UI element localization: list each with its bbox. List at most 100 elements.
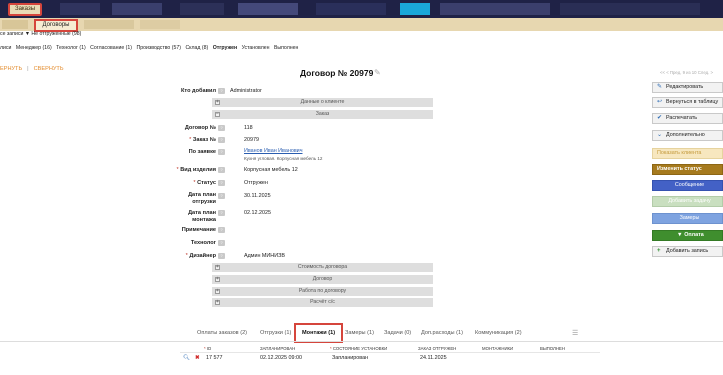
- product-type-value: Корпусная мебель 12: [244, 167, 298, 173]
- nav-blurred-item[interactable]: [400, 3, 430, 15]
- payment-dropdown-button[interactable]: ▾ Оплата: [652, 230, 723, 241]
- add-task-button[interactable]: Добавить задачу: [652, 196, 723, 207]
- tab-communication[interactable]: Коммуникация (2): [475, 330, 522, 336]
- nav-blurred-item[interactable]: [316, 3, 386, 15]
- edit-pencil-icon[interactable]: ✎: [374, 68, 381, 77]
- contract-no-value: 118: [244, 125, 253, 131]
- help-icon[interactable]: ?: [218, 88, 225, 94]
- status-filter-item[interactable]: Технолог (1): [56, 45, 86, 51]
- nav-blurred-item[interactable]: [560, 3, 700, 15]
- status-filter-item[interactable]: Установлен: [242, 45, 270, 51]
- added-by-value: Administrator: [230, 88, 262, 94]
- collapse-all-link[interactable]: СВЕРНУТЬ: [34, 66, 64, 72]
- section-contract[interactable]: + Договор: [212, 275, 433, 284]
- status-filter-item[interactable]: Производство (57): [136, 45, 181, 51]
- expand-collapse-links: ЕРНУТЬ | СВЕРНУТЬ: [0, 66, 64, 72]
- record-pager[interactable]: << < Пред. 9 из 10 След. >: [660, 70, 713, 75]
- tab-shipments[interactable]: Отгрузки (1): [260, 330, 291, 336]
- record-filter[interactable]: се записи ▼ Не отгруженные (98): [0, 31, 81, 37]
- help-icon[interactable]: ?: [218, 137, 225, 143]
- status-filter-item-current[interactable]: Отгружен: [213, 45, 237, 51]
- expand-all-link[interactable]: ЕРНУТЬ: [0, 66, 22, 72]
- note-label: Примечание: [181, 227, 216, 233]
- delete-row-icon[interactable]: ✖: [195, 355, 200, 361]
- by-order-subtitle: Кухня угловая. Корпусная мебель 12: [244, 156, 323, 161]
- column-header-installers[interactable]: МОНТАЖНИКИ: [482, 346, 513, 351]
- help-icon[interactable]: ?: [218, 125, 225, 131]
- help-icon[interactable]: ?: [218, 149, 225, 155]
- active-tab-highlight: [294, 323, 343, 343]
- help-icon[interactable]: ?: [218, 210, 225, 216]
- add-record-button[interactable]: + Добавить запись: [652, 246, 723, 257]
- section-client-data[interactable]: + Данные о клиенте: [212, 98, 433, 107]
- pencil-icon: ✎: [657, 84, 663, 90]
- table-cell-state: Запланирован: [332, 355, 369, 361]
- collapse-minus-icon[interactable]: −: [215, 112, 220, 117]
- status-value: Отгружен: [244, 180, 268, 186]
- planned-install-date-value: 02.12.2025: [244, 210, 271, 216]
- divider: [0, 341, 723, 342]
- help-icon[interactable]: ?: [218, 240, 225, 246]
- nav-blurred-item[interactable]: [180, 3, 224, 15]
- edit-button[interactable]: ✎ Редактировать: [652, 82, 723, 93]
- subnav-blurred-item[interactable]: [2, 20, 28, 29]
- nav-blurred-item[interactable]: [238, 3, 298, 15]
- more-dropdown-button[interactable]: ⌄ Дополнительно: [652, 130, 723, 141]
- column-header-state[interactable]: * СОСТОЯНИЕ УСТАНОВКИ: [330, 346, 387, 351]
- view-row-icon[interactable]: 🔍︎: [183, 355, 190, 361]
- tab-extra-expenses[interactable]: Доп.расходы (1): [421, 330, 463, 336]
- help-icon[interactable]: ?: [218, 167, 225, 173]
- sub-navigation-bar: Договоры: [0, 18, 723, 32]
- designer-label: * Дизайнер: [185, 253, 216, 259]
- column-header-shipped[interactable]: ЗАКАЗ ОТГРУЖЕН: [418, 346, 456, 351]
- expand-plus-icon[interactable]: +: [215, 277, 220, 282]
- expand-plus-icon[interactable]: +: [215, 100, 220, 105]
- by-order-label: По заявке: [188, 149, 216, 155]
- expand-plus-icon[interactable]: +: [215, 289, 220, 294]
- message-button[interactable]: Сообщение: [652, 180, 723, 191]
- status-filter-item[interactable]: Менеджер (16): [16, 45, 52, 51]
- order-no-value: 20979: [244, 137, 259, 143]
- help-icon[interactable]: ?: [218, 193, 225, 199]
- nav-tab-orders[interactable]: Заказы: [8, 3, 42, 16]
- nav-blurred-item[interactable]: [60, 3, 100, 15]
- status-filter-item[interactable]: лиси: [0, 45, 11, 51]
- help-icon[interactable]: ?: [218, 180, 225, 186]
- section-order[interactable]: − Заказ: [212, 110, 433, 119]
- print-button[interactable]: ✔ Распечатать: [652, 113, 723, 124]
- change-status-button[interactable]: Изменить статус: [652, 164, 723, 175]
- expand-plus-icon[interactable]: +: [215, 265, 220, 270]
- planned-install-date-label: Дата план монтажа: [188, 210, 216, 223]
- tab-order-payments[interactable]: Оплаты заказов (2): [197, 330, 247, 336]
- nav-blurred-item[interactable]: [440, 3, 550, 15]
- page-title: Договор № 20979: [300, 68, 374, 78]
- menu-icon[interactable]: ☰: [572, 329, 578, 337]
- status-filter-item[interactable]: Согласование (1): [90, 45, 132, 51]
- divider: [180, 352, 600, 353]
- section-contract-cost[interactable]: + Стоимость договора: [212, 263, 433, 272]
- order-no-label: * Заказ №: [189, 137, 216, 143]
- subnav-blurred-item[interactable]: [84, 20, 134, 29]
- contract-no-label: Договор №: [184, 125, 216, 131]
- column-header-id[interactable]: * ID: [204, 346, 211, 351]
- subnav-blurred-item[interactable]: [140, 20, 180, 29]
- show-client-button[interactable]: Показать клиента: [652, 148, 723, 159]
- planned-shipment-date-label: Дата план отгрузки: [188, 192, 216, 205]
- status-filter-bar: лиси Менеджер (16) Технолог (1) Согласов…: [0, 45, 301, 51]
- section-contract-work[interactable]: + Работа по договору: [212, 287, 433, 296]
- help-icon[interactable]: ?: [218, 227, 225, 233]
- by-order-link[interactable]: Иванов Иван Иванович: [244, 148, 303, 155]
- tab-tasks[interactable]: Задачи (0): [384, 330, 411, 336]
- tab-measurements[interactable]: Замеры (1): [345, 330, 374, 336]
- column-header-planned[interactable]: ЗАПЛАНИРОВАН: [260, 346, 295, 351]
- column-header-done[interactable]: ВЫПОЛНЕН: [540, 346, 565, 351]
- status-filter-item[interactable]: Выполнен: [274, 45, 298, 51]
- help-icon[interactable]: ?: [218, 253, 225, 259]
- status-label: * Статус: [193, 180, 216, 186]
- back-to-table-button[interactable]: ↩ Вернуться в таблицу: [652, 97, 723, 108]
- section-cost-calc[interactable]: + Расчёт с/с: [212, 298, 433, 307]
- status-filter-item[interactable]: Склад (8): [185, 45, 208, 51]
- measurements-button[interactable]: Замеры: [652, 213, 723, 224]
- nav-blurred-item[interactable]: [112, 3, 162, 15]
- expand-plus-icon[interactable]: +: [215, 300, 220, 305]
